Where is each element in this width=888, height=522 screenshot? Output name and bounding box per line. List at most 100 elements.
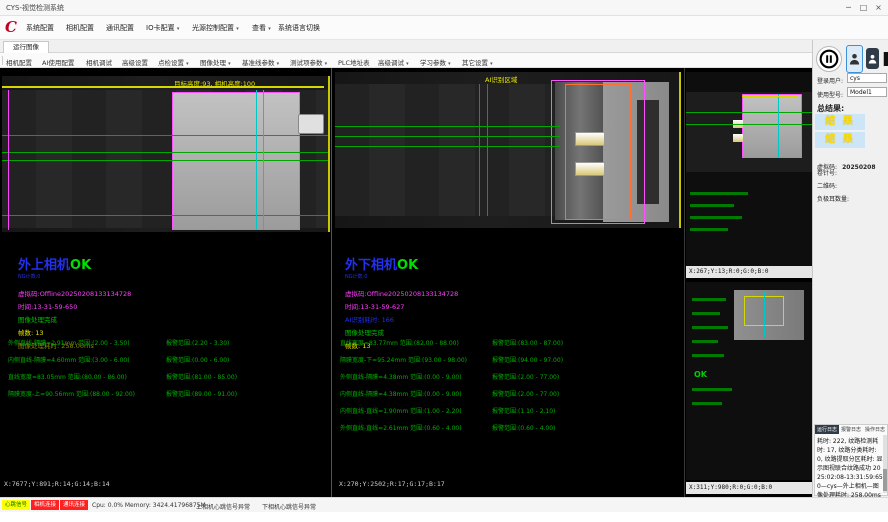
tool-image-process[interactable]: 图像处理 ▾: [200, 57, 231, 67]
measurement-text: 外侧直线-直线=2.61mm 范围:(0.60 - 4.00): [340, 423, 462, 432]
statusbar: 心跳信号 相机连接 通讯连接 Cpu: 0.0% Memory: 3424.41…: [0, 497, 888, 512]
left-panel-edge-line: [328, 76, 330, 232]
tool-plc-table[interactable]: PLC地址表: [338, 57, 370, 67]
bottom-preview-pixel-readout: X:311;Y:980;R:0;G:0;B:0: [686, 482, 812, 494]
tool-baseline-params[interactable]: 基准线参数 ▾: [242, 57, 279, 67]
bottom-preview-text-line: [692, 326, 728, 329]
close-icon[interactable]: ×: [871, 1, 886, 14]
log-tab-run[interactable]: 运行日志: [815, 425, 839, 434]
left-measure-line-2: [2, 152, 330, 153]
top-preview-pixel-readout: X:267;Y:13;R:0;G:0;B:0: [686, 266, 812, 278]
menu-comm-config[interactable]: 通讯配置: [106, 23, 134, 33]
measurement-alarm: 报警范围:(81.00 - 85.00): [166, 372, 237, 381]
left-measure-line-3: [2, 160, 330, 161]
log-scrollbar[interactable]: [883, 435, 887, 493]
left-reference-line: [2, 86, 324, 88]
bottom-preview-view[interactable]: OK: [686, 282, 812, 480]
tool-advanced-config[interactable]: 高级设置: [122, 57, 148, 67]
top-preview-yellow-line: [742, 96, 798, 97]
measurement-text: 直线宽度=83.77mm 范围:(82.00 - 88.00): [340, 338, 459, 347]
tab-run-image[interactable]: 运行图像: [3, 41, 49, 53]
left-camera-view[interactable]: 目标高度:93, 相机高度:100: [2, 76, 330, 232]
tool-learn-params[interactable]: 学习参数 ▾: [420, 57, 451, 67]
measurement-text: 内侧直线-隔膜=4.38mm 范围:(0.00 - 9.00): [340, 389, 462, 398]
menu-system-config[interactable]: 系统配置: [26, 23, 54, 33]
left-result-sub: NG计数:0: [18, 273, 131, 280]
pause-button[interactable]: [816, 46, 842, 72]
measurement-text: 外侧直线-隔膜=4.38mm 范围:(0.00 - 9.00): [340, 372, 462, 381]
titlebar: CYS-视觉检测系统 ─ □ ×: [0, 0, 888, 16]
middle-pixel-readout: X:270;Y:2502;R:17;G:17;B:17: [339, 480, 445, 488]
bottom-preview-ok: OK: [694, 370, 707, 379]
log-tab-action[interactable]: 操作日志: [863, 425, 887, 434]
tool-ai-use-config[interactable]: AI使用配置: [42, 57, 74, 67]
bottom-preview-text-line: [692, 354, 724, 357]
tool-advanced-debug[interactable]: 高级调试 ▾: [378, 57, 409, 67]
top-preview-cell: [742, 94, 802, 158]
measurement-row: 隔膜宽度-下=95.24mm 范围:(93.00 - 98.00) 报警范围:(…: [340, 355, 676, 372]
minimize-icon[interactable]: ─: [841, 1, 856, 14]
measurement-text: 内侧直线-隔膜=4.60mm 范围:(3.00 - 6.00): [8, 355, 130, 364]
middle-result-title: 外下相机OK: [345, 254, 458, 273]
login-user-field[interactable]: [847, 73, 887, 83]
tool-test-params[interactable]: 测试项参数 ▾: [290, 57, 327, 67]
pause-icon: [819, 49, 839, 69]
middle-measurements: 直线宽度=83.77mm 范围:(82.00 - 88.00) 报警范围:(83…: [340, 338, 676, 440]
sidebar: 登录用户: 使用型号: 总结果: 结 果 结 果 虚拟码: 20250208 卷…: [812, 40, 888, 497]
measurement-alarm: 报警范围:(2.00 - 77.00): [492, 389, 559, 398]
app-window: CYS-视觉检测系统 ─ □ × C 系统配置 相机配置 通讯配置 IO卡配置 …: [0, 0, 888, 522]
camera-connect-badge: 相机连接: [31, 500, 59, 510]
measurement-text: 外侧直线-隔膜=2.91mm 范围:(2.00 - 3.50): [8, 338, 130, 347]
user-icon: [868, 53, 877, 65]
model-field[interactable]: [847, 87, 887, 97]
main-content: 目标高度:93, 相机高度:100 外上相机OK NG计数:0 虚拟码:Offl…: [0, 68, 812, 497]
log-tab-alarm[interactable]: 报警日志: [839, 425, 863, 434]
log-text: 耗时: 222, 纹路检测耗时: 17, 纹路分类耗时: 0, 纹路提取分区耗时…: [817, 437, 883, 500]
menu-light-config[interactable]: 光源控制配置 ▾: [192, 23, 239, 33]
left-overlay-text: 目标高度:93, 相机高度:100: [174, 78, 255, 88]
user-active-button[interactable]: [846, 45, 863, 73]
toolbar: 相机配置 AI使用配置 相机调试 高级设置 点检设置 ▾ 图像处理 ▾ 基准线参…: [0, 53, 812, 68]
log-area: 运行日志 报警日志 操作日志 耗时: 222, 纹路检测耗时: 17, 纹路分类…: [814, 424, 888, 496]
maximize-icon[interactable]: □: [856, 1, 871, 14]
measurement-text: 直线宽度=83.05mm 范围:(80.00 - 86.00): [8, 372, 127, 381]
menu-language-switch[interactable]: 系统语言切换: [278, 23, 320, 33]
bottom-preview-cyan-line: [764, 292, 765, 338]
measurement-alarm: 报警范围:(0.60 - 4.00): [492, 423, 555, 432]
log-scrollbar-thumb[interactable]: [883, 469, 887, 491]
left-connector: [298, 114, 324, 134]
measurement-alarm: 报警范围:(1.10 - 2.10): [492, 406, 555, 415]
tool-check-config[interactable]: 点检设置 ▾: [158, 57, 189, 67]
log-tabs: 运行日志 报警日志 操作日志: [815, 425, 887, 434]
measurement-text: 隔膜宽度-上=90.56mm 范围:(88.00 - 92.00): [8, 389, 135, 398]
measurement-row: 外侧直线-隔膜=4.38mm 范围:(0.00 - 9.00) 报警范围:(2.…: [340, 372, 676, 389]
left-done: 图像处理完成: [18, 314, 131, 324]
upper-camera-heartbeat: 上相机心跳信号异常: [196, 502, 250, 511]
middle-camera-view[interactable]: AI识别区域: [335, 72, 681, 228]
app-logo-icon: C: [5, 18, 17, 36]
cpu-memory-readout: Cpu: 0.0% Memory: 3424.41796875M: [92, 502, 206, 509]
top-preview-text-line: [690, 192, 748, 195]
middle-vertical-line-2: [487, 84, 488, 216]
exit-button[interactable]: [881, 46, 888, 71]
user-button[interactable]: [866, 48, 879, 69]
menu-view[interactable]: 查看 ▾: [252, 23, 271, 33]
user-icon: [849, 52, 860, 66]
middle-ai-elapsed: AI识别耗时: 166: [345, 314, 458, 324]
tool-other-config[interactable]: 其它设置 ▾: [462, 57, 493, 67]
tool-camera-config[interactable]: 相机配置: [6, 57, 32, 67]
measurement-row: 内侧直线-隔膜=4.38mm 范围:(0.00 - 9.00) 报警范围:(2.…: [340, 389, 676, 406]
bottom-preview-text-line: [692, 298, 726, 301]
menu-camera-config[interactable]: 相机配置: [66, 23, 94, 33]
login-user-label: 登录用户:: [817, 76, 843, 85]
total-result-label: 总结果:: [817, 103, 844, 114]
measurement-row: 隔膜宽度-上=90.56mm 范围:(88.00 - 92.00) 报警范围:(…: [8, 389, 330, 406]
top-preview-edge-line: [778, 94, 779, 158]
result-badge-2: 结 果: [815, 132, 865, 148]
left-time: 时间:13-31-59-650: [18, 301, 131, 311]
tool-camera-debug[interactable]: 相机调试: [86, 57, 112, 67]
top-preview-view[interactable]: [686, 72, 812, 266]
menu-io-config[interactable]: IO卡配置 ▾: [146, 23, 179, 33]
measurement-alarm: 报警范围:(0.00 - 6.00): [166, 355, 229, 364]
menubar: C 系统配置 相机配置 通讯配置 IO卡配置 ▾ 光源控制配置 ▾ 查看 ▾ 系…: [0, 16, 888, 40]
